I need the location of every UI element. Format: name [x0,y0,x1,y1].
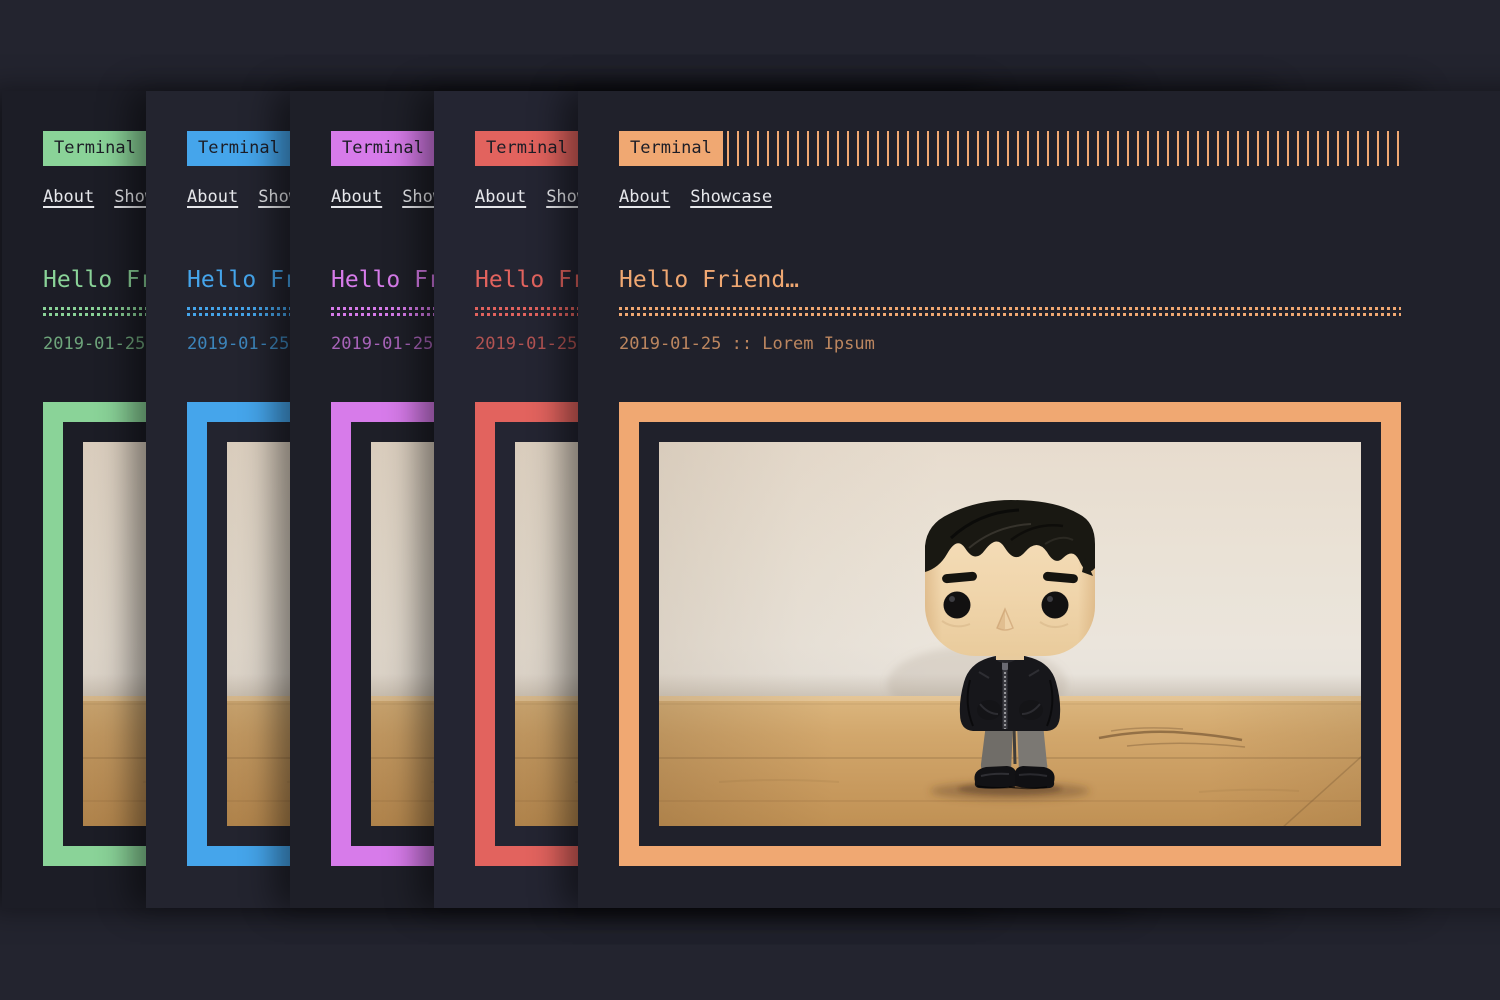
main-menu: About Showcase [619,187,772,207]
menu-link-showcase[interactable]: Showcase [690,187,772,207]
site-logo[interactable]: Terminal [43,131,147,166]
figure-jacket [960,655,1060,732]
figure-head [925,500,1095,656]
title-separator-dots [619,307,1401,316]
header-stripes-decoration [727,131,1401,166]
menu-link-about[interactable]: About [43,187,94,207]
site-header: Terminal [619,131,1401,166]
menu-link-about[interactable]: About [475,187,526,207]
post-title[interactable]: Hello Friend… [619,265,799,295]
site-logo[interactable]: Terminal [619,131,723,166]
theme-panel-orange: Terminal About Showcase Hello Friend… 20… [578,91,1500,908]
funko-figure-photo [659,442,1361,826]
featured-image-frame [619,402,1401,866]
figure-right-eye [1042,592,1069,619]
menu-link-about[interactable]: About [187,187,238,207]
post-meta: 2019-01-25 :: Lorem Ipsum [619,331,875,357]
site-logo[interactable]: Terminal [331,131,435,166]
menu-link-about[interactable]: About [619,187,670,207]
site-logo[interactable]: Terminal [475,131,579,166]
figure-left-eye [944,592,971,619]
figure-shoes [974,766,1054,789]
composite-stage: Terminal About Showcase Hello Friend… 20… [0,0,1500,1000]
site-logo[interactable]: Terminal [187,131,291,166]
menu-link-about[interactable]: About [331,187,382,207]
